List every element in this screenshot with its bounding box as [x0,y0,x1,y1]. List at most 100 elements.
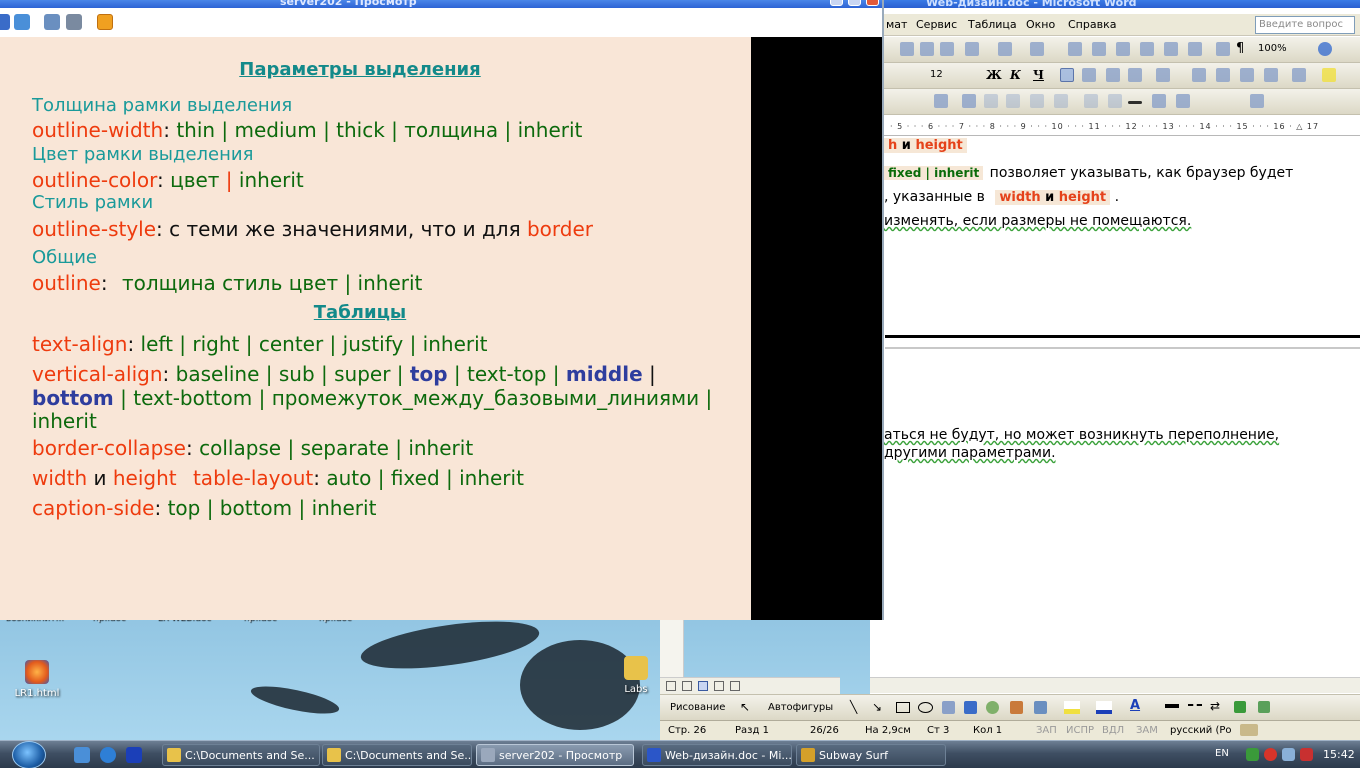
justify-icon[interactable] [1128,68,1142,82]
cut-icon[interactable] [900,42,914,56]
desktop-icon-lr1[interactable]: LR1.html [7,660,67,699]
language-indicator[interactable]: EN [1215,748,1229,759]
line-icon[interactable] [1128,101,1142,104]
menu-item-window[interactable]: Окно [1026,18,1055,31]
format-painter-icon[interactable] [965,42,979,56]
textbox-tool-icon[interactable] [942,701,955,714]
font-color-icon[interactable]: A [1130,698,1140,713]
3d-icon[interactable] [1258,701,1270,713]
numbering-icon[interactable] [1192,68,1206,82]
select-arrow-icon[interactable]: ↖ [740,700,750,714]
minimize-button[interactable] [830,0,843,6]
crop-icon[interactable] [1030,94,1044,108]
insert-table-icon[interactable] [1116,42,1130,56]
menu-item-table[interactable]: Таблица [968,18,1017,31]
menu-item-format[interactable]: мат [886,18,907,31]
decrease-indent-icon[interactable] [1240,68,1254,82]
reset-picture-icon[interactable] [1250,94,1264,108]
excel-icon[interactable] [1140,42,1154,56]
status-track[interactable]: ИСПР [1066,725,1094,736]
refresh-icon[interactable] [14,14,30,30]
pilcrow-icon[interactable]: ¶ [1236,41,1244,56]
autoshapes-menu-button[interactable]: Автофигуры [768,702,833,713]
start-button[interactable] [12,741,46,768]
word-titlebar[interactable]: Web-дизайн.doc - Microsoft Word [870,0,1360,9]
reading-view-icon[interactable] [730,681,740,691]
close-button[interactable] [866,0,879,6]
wordart-icon[interactable] [964,701,977,714]
redo-icon[interactable] [1030,42,1044,56]
copy-icon[interactable] [920,42,934,56]
print-view-icon[interactable] [698,681,708,691]
format-picture-icon[interactable] [1176,94,1190,108]
arrow-style-icon[interactable]: ⇄ [1210,699,1220,713]
zoom-select[interactable]: 100% [1258,43,1287,54]
maximize-button[interactable] [848,0,861,6]
color-icon[interactable] [962,94,976,108]
align-left-icon[interactable] [1060,68,1074,82]
status-ext[interactable]: ВДЛ [1102,725,1124,736]
borders-icon[interactable] [1292,68,1306,82]
tray-volume-icon[interactable] [1282,748,1295,761]
status-ovr[interactable]: ЗАМ [1136,725,1158,736]
picture-tool-icon[interactable] [1034,701,1047,714]
show-desktop-icon[interactable] [74,747,90,763]
diagram-icon[interactable] [986,701,999,714]
task-explorer-1[interactable]: C:\Documents and Se... [162,744,320,766]
tray-security-icon[interactable] [1300,748,1313,761]
line-spacing-icon[interactable] [1156,68,1170,82]
normal-view-icon[interactable] [666,681,676,691]
window-icon[interactable] [44,14,60,30]
task-explorer-2[interactable]: C:\Documents and Se... [322,744,472,766]
fill-color-icon[interactable] [1064,701,1080,714]
menu-item-service[interactable]: Сервис [916,18,957,31]
horizontal-ruler[interactable]: · 5 · · · 6 · · · 7 · · · 8 · · · 9 · · … [870,120,1360,136]
hyperlink-icon[interactable] [1068,42,1082,56]
outline-view-icon[interactable] [714,681,724,691]
web-view-icon[interactable] [682,681,692,691]
compress-icon[interactable] [1108,94,1122,108]
line-color-icon[interactable] [1096,701,1112,714]
viewer-titlebar[interactable]: server202 - Просмотр [0,0,882,8]
dash-style-icon[interactable] [1188,704,1202,708]
tables-borders-icon[interactable] [1092,42,1106,56]
clipart-icon[interactable] [1010,701,1023,714]
font-size-select[interactable]: 12 [930,69,943,80]
contrast-icon[interactable] [984,94,998,108]
italic-button[interactable]: К [1010,68,1021,82]
task-subway[interactable]: Subway Surf [796,744,946,766]
line-style-tool-icon[interactable] [1165,704,1179,708]
highlight-icon[interactable] [1322,68,1336,82]
doc-map-icon[interactable] [1216,42,1230,56]
horizontal-scrollbar[interactable] [870,677,1360,693]
insert-picture-icon[interactable] [934,94,948,108]
help-icon[interactable] [1318,42,1332,56]
columns-icon[interactable] [1164,42,1178,56]
arrow-tool-icon[interactable]: ↘ [872,700,882,714]
bold-button[interactable]: Ж [986,68,1002,82]
paste-icon[interactable] [940,42,954,56]
task-word[interactable]: Web-дизайн.doc - Mi... [642,744,792,766]
exit-icon[interactable] [97,14,113,30]
quicklaunch-icon[interactable] [126,747,142,763]
tools-icon[interactable] [66,14,82,30]
drawing-icon[interactable] [1188,42,1202,56]
increase-indent-icon[interactable] [1264,68,1278,82]
clock[interactable]: 15:42 [1323,748,1355,761]
undo-icon[interactable] [998,42,1012,56]
underline-button[interactable]: Ч [1033,68,1044,82]
spelling-status-icon[interactable] [1240,724,1258,736]
status-rec[interactable]: ЗАП [1036,725,1057,736]
drawing-menu-button[interactable]: Рисование [670,702,725,713]
task-viewer[interactable]: server202 - Просмотр [476,744,634,766]
brightness-icon[interactable] [1006,94,1020,108]
text-wrap-icon[interactable] [1152,94,1166,108]
tray-opera-icon[interactable] [1264,748,1277,761]
shadow-icon[interactable] [1234,701,1246,713]
document-page[interactable]: h и height fixed | inherit позволяет ука… [870,137,1360,617]
line-tool-icon[interactable]: ╲ [850,700,857,714]
help-search-input[interactable]: Введите вопрос [1255,16,1355,34]
back-icon[interactable] [0,14,10,30]
ie-icon[interactable] [100,747,116,763]
align-right-icon[interactable] [1106,68,1120,82]
